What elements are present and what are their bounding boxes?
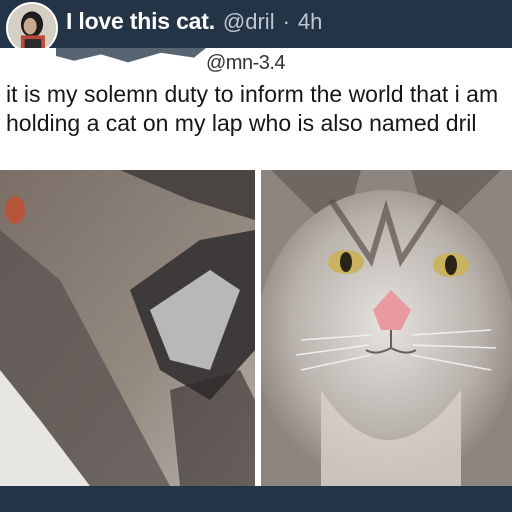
quoted-fragment: @mn-3.4 [0, 48, 512, 78]
display-name[interactable]: I love this cat. [66, 8, 215, 35]
quoted-fragment-text: @mn-3.4 [206, 52, 286, 74]
media-grid [0, 170, 512, 486]
tweet-text: it is my solemn duty to inform the world… [6, 81, 499, 136]
media-image-2[interactable] [261, 170, 512, 486]
torn-edge-graphic [56, 48, 206, 63]
footer-bar [0, 486, 512, 512]
cat-lap-photo-icon [0, 170, 255, 486]
user-handle[interactable]: @dril [223, 9, 275, 35]
title-row: I love this cat. @dril · 4h [66, 8, 322, 38]
tweet-header: I love this cat. @dril · 4h [0, 0, 512, 54]
cat-face-photo-icon [261, 170, 512, 486]
separator-dot: · [282, 9, 290, 34]
tweet-screenshot: I love this cat. @dril · 4h @mn-3.4 it i… [0, 0, 512, 512]
avatar[interactable] [6, 2, 58, 54]
media-image-1[interactable] [0, 170, 255, 486]
timestamp[interactable]: 4h [298, 9, 322, 35]
avatar-icon [8, 4, 56, 52]
